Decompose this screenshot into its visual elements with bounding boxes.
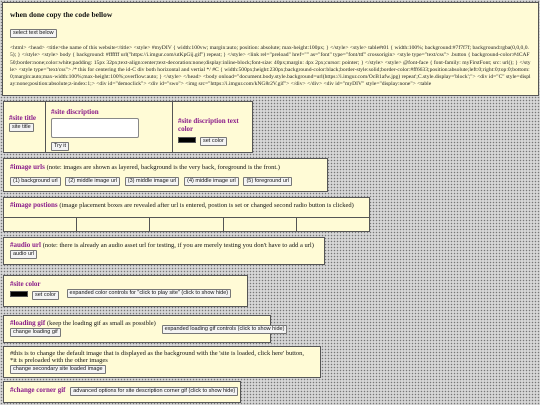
site-title-button[interactable]: site title [9,123,34,132]
description-color-label: #site discription text color [178,117,239,133]
middle-image-url-button-3[interactable]: (3) middle image url [124,177,180,186]
site-title-cell: #site title site title [4,102,46,152]
image-positions-panel: #image postions (image placement boxes a… [3,197,370,232]
image-urls-panel: #image urls (note: images are shown as l… [3,158,328,192]
select-text-button[interactable]: select text below [10,29,57,38]
position-box [297,218,369,231]
expand-color-controls-button[interactable]: expanded color controls for "click to pl… [66,289,232,298]
image-urls-label: #image urls [10,163,45,171]
change-secondary-image-button[interactable]: change secondary site loaded image [10,365,106,374]
image-positions-note: (image placement boxes are revealed afte… [59,202,354,209]
default-image-panel: #this is to change the default image tha… [3,346,321,378]
image-positions-label: #image postions [10,201,58,209]
audio-url-button[interactable]: audio url [10,250,38,259]
site-title-label: #site title [9,114,37,122]
site-set-color-button[interactable]: set color [32,291,59,300]
audio-url-note: (note: there is already an audio asset u… [42,242,314,249]
description-color-cell: #site discription text color set color [173,102,253,152]
change-loading-gif-button[interactable]: change loading gif [10,328,61,337]
position-box [150,218,224,231]
loading-gif-note: (keep the loading gif as small as possib… [46,320,156,327]
corner-gif-label: #change corner gif [10,386,66,394]
position-boxes [4,217,369,231]
background-url-button[interactable]: (1) background url [10,177,61,186]
loading-gif-label: #loading gif [10,319,46,327]
position-box [77,218,151,231]
site-description-label: #site discription [51,108,99,116]
preloaded-note: *it is preloaded with the other images [10,357,108,364]
middle-image-url-button-4[interactable]: (4) middle image url [184,177,239,186]
site-settings-panel: #site title site title #site discription… [3,101,253,153]
loading-gif-panel: #loading gif (keep the loading gif as sm… [3,315,288,343]
site-description-cell: #site discription Try it [46,102,173,152]
site-color-picker[interactable] [10,291,28,298]
position-box [4,218,78,231]
default-image-note: #this is to change the default image tha… [10,350,305,357]
audio-url-label: #audio url [10,241,41,249]
code-heading: when done copy the code bellow [10,10,113,19]
site-description-textarea[interactable] [51,118,139,138]
image-urls-note: (note: images are shown as layered, back… [46,164,280,171]
corner-gif-panel: #change corner gif advanced options for … [3,381,241,403]
expand-loading-gif-button[interactable]: expanded loading gif controls (click to … [161,325,288,334]
description-set-color-button[interactable]: set color [200,137,227,146]
foreground-url-button[interactable]: (5) foreground url [243,177,292,186]
position-box [224,218,297,231]
code-output-text[interactable]: <html> <head> <title>the name of this we… [10,45,531,93]
corner-gif-options-button[interactable]: advanced options for site description co… [70,387,239,396]
site-color-panel: #site color set color expanded color con… [3,275,248,307]
code-output-panel: when done copy the code bellow select te… [2,2,539,96]
middle-image-url-button-2[interactable]: (2) middle image url [65,177,120,186]
site-color-label: #site color [10,280,41,288]
try-it-button[interactable]: Try it [51,142,70,151]
audio-url-panel: #audio url (note: there is already an au… [3,237,325,265]
description-color-picker[interactable] [178,137,196,144]
